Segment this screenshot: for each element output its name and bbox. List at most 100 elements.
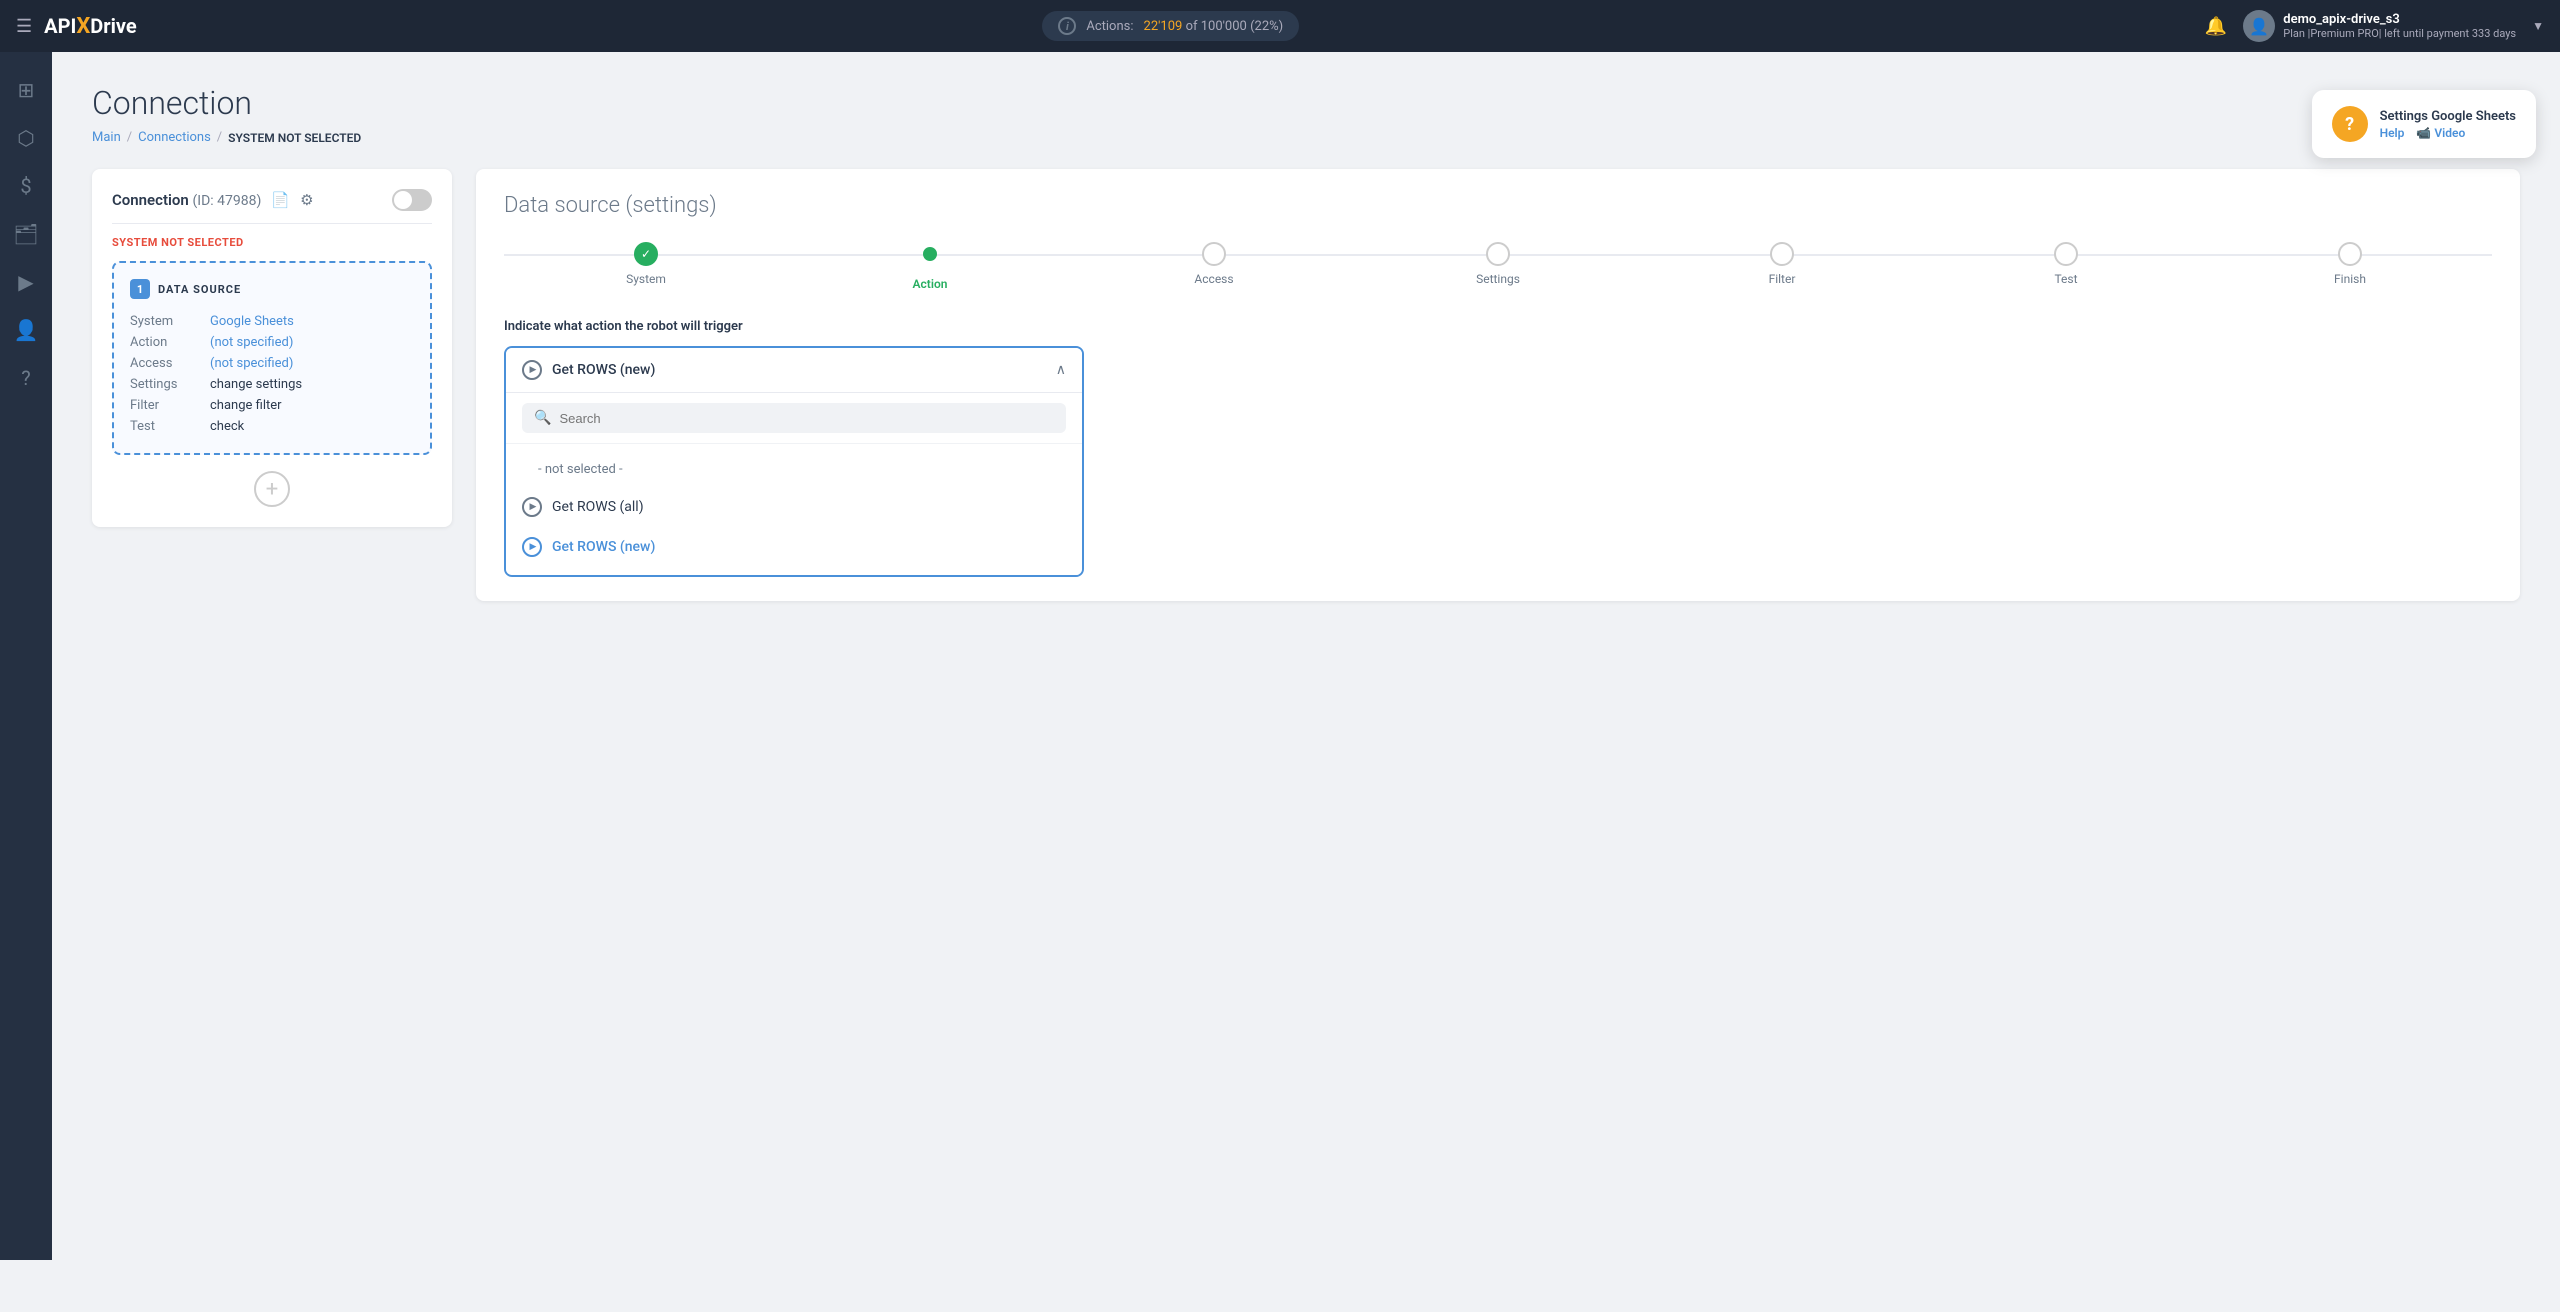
step-circle-action [923,247,937,261]
sidebar-item-integrations[interactable]: 🗂 [4,212,48,256]
ds-row-key: Action [130,332,210,353]
user-plan: Plan |Premium PRO| left until payment 33… [2283,27,2516,40]
video-link[interactable]: 📹 Video [2416,126,2465,140]
help-circle-icon: ? [2332,106,2368,142]
step-item-settings: Settings [1356,242,1640,286]
logo-x: X [76,14,90,39]
actions-pct: (22%) [1250,19,1283,34]
ds-row-link[interactable]: (not specified) [210,356,293,371]
ds-row-key: Settings [130,374,210,395]
actions-count: 22'109 of 100'000 (22%) [1144,19,1284,34]
search-input-wrap: 🔍 [522,403,1066,433]
actions-of: of [1186,19,1201,34]
system-status: SYSTEM NOT SELECTED [112,236,432,249]
breadcrumb-current: SYSTEM NOT SELECTED [228,131,361,145]
ds-row-value: change settings [210,374,414,395]
search-icon: 🔍 [534,410,551,426]
datasource-title: Data source (settings) [504,193,2492,218]
logo-drive: Drive [90,14,136,38]
ds-row-value: (not specified) [210,353,414,374]
help-widget-title: Settings Google Sheets [2380,109,2516,124]
step-item-test: Test [1924,242,2208,286]
connection-title: Connection (ID: 47988) [112,191,261,209]
breadcrumb: Main / Connections / SYSTEM NOT SELECTED [92,130,2520,145]
logo: APIXDrive [44,14,137,39]
option-play-icon: ▶ [522,497,542,517]
action-dropdown[interactable]: ▶ Get ROWS (new) ∧ 🔍 - not selected -▶Ge… [504,346,1084,577]
dropdown-header[interactable]: ▶ Get ROWS (new) ∧ [506,348,1082,392]
dropdown-option[interactable]: ▶ Get ROWS (all) [506,487,1082,527]
user-info: demo_apix-drive_s3 Plan |Premium PRO| le… [2283,12,2516,40]
step-circle-test [2054,242,2078,266]
bell-icon[interactable]: 🔔 [2205,16,2227,37]
datasource-table: SystemGoogle SheetsAction(not specified)… [130,311,414,437]
option-play-icon: ▶ [522,537,542,557]
step-circle-system: ✓ [634,242,658,266]
sidebar-item-help[interactable]: ? [4,356,48,400]
ds-row-value: check [210,416,414,437]
table-row: Settingschange settings [130,374,414,395]
sidebar-item-dashboard[interactable]: ⊞ [4,68,48,112]
help-widget: ? Settings Google Sheets Help 📹 Video [2312,90,2536,158]
dropdown-option: - not selected - [506,452,1082,487]
step-item-action: Action [788,242,1072,291]
ds-row-value: change filter [210,395,414,416]
right-panel: Data source (settings) ✓ System Action Acce… [476,169,2520,601]
datasource-card: 1 DATA SOURCE SystemGoogle SheetsAction(… [112,261,432,455]
table-row: Filterchange filter [130,395,414,416]
ds-label: DATA SOURCE [158,283,241,296]
step-label-test: Test [2054,272,2077,286]
table-row: Testcheck [130,416,414,437]
step-item-system: ✓ System [504,242,788,286]
two-col-layout: Connection (ID: 47988) 📄 ⚙ SYSTEM NOT SE… [92,169,2520,601]
actions-badge: i Actions: 22'109 of 100'000 (22%) [1042,11,1299,41]
topnav: ☰ APIXDrive i Actions: 22'109 of 100'000… [0,0,2560,52]
search-input[interactable] [559,411,1054,426]
ds-row-link[interactable]: (not specified) [210,335,293,350]
step-item-filter: Filter [1640,242,1924,286]
hamburger-menu[interactable]: ☰ [16,16,32,37]
step-circle-finish [2338,242,2362,266]
sidebar: ⊞ ⬡ $ 🗂 ▶ 👤 ? [0,52,52,1260]
sidebar-item-profile[interactable]: 👤 [4,308,48,352]
chevron-up-icon: ∧ [1056,362,1066,378]
toggle-switch[interactable] [392,189,432,211]
sidebar-item-billing[interactable]: $ [4,164,48,208]
step-circle-filter [1770,242,1794,266]
step-circle-access [1202,242,1226,266]
sidebar-item-connections[interactable]: ⬡ [4,116,48,160]
info-icon: i [1058,17,1076,35]
breadcrumb-connections[interactable]: Connections [138,130,211,145]
ds-row-value: (not specified) [210,332,414,353]
avatar: 👤 [2243,10,2275,42]
ds-row-key: Filter [130,395,210,416]
help-link[interactable]: Help [2380,126,2405,140]
step-label-filter: Filter [1769,272,1796,286]
ds-row-link[interactable]: Google Sheets [210,314,294,329]
step-label-access: Access [1194,272,1233,286]
step-label-system: System [626,272,666,286]
connection-header: Connection (ID: 47988) 📄 ⚙ [112,189,432,224]
play-icon: ▶ [522,360,542,380]
ds-number: 1 [130,279,150,299]
settings-icon[interactable]: ⚙ [300,191,313,209]
table-row: Action(not specified) [130,332,414,353]
logo-api: API [44,14,76,38]
breadcrumb-main[interactable]: Main [92,130,121,145]
step-label-settings: Settings [1476,272,1520,286]
page-title: Connection [92,84,2520,122]
copy-icon[interactable]: 📄 [271,191,290,209]
ds-row-key: Access [130,353,210,374]
user-name: demo_apix-drive_s3 [2283,12,2516,27]
topnav-right: 🔔 👤 demo_apix-drive_s3 Plan |Premium PRO… [2205,10,2544,42]
user-area[interactable]: 👤 demo_apix-drive_s3 Plan |Premium PRO| … [2243,10,2544,42]
action-instruction: Indicate what action the robot will trig… [504,319,2492,334]
left-panel: Connection (ID: 47988) 📄 ⚙ SYSTEM NOT SE… [92,169,452,527]
help-links: Settings Google Sheets Help 📹 Video [2380,109,2516,140]
dropdown-option[interactable]: ▶Get ROWS (new) [506,527,1082,567]
option-label: Get ROWS (all) [552,499,644,515]
dropdown-body: 🔍 - not selected - ▶ Get ROWS (all) ▶Get RO… [506,392,1082,575]
add-connection-button[interactable]: + [254,471,290,507]
connection-id: (ID: 47988) [193,193,262,209]
sidebar-item-youtube[interactable]: ▶ [4,260,48,304]
